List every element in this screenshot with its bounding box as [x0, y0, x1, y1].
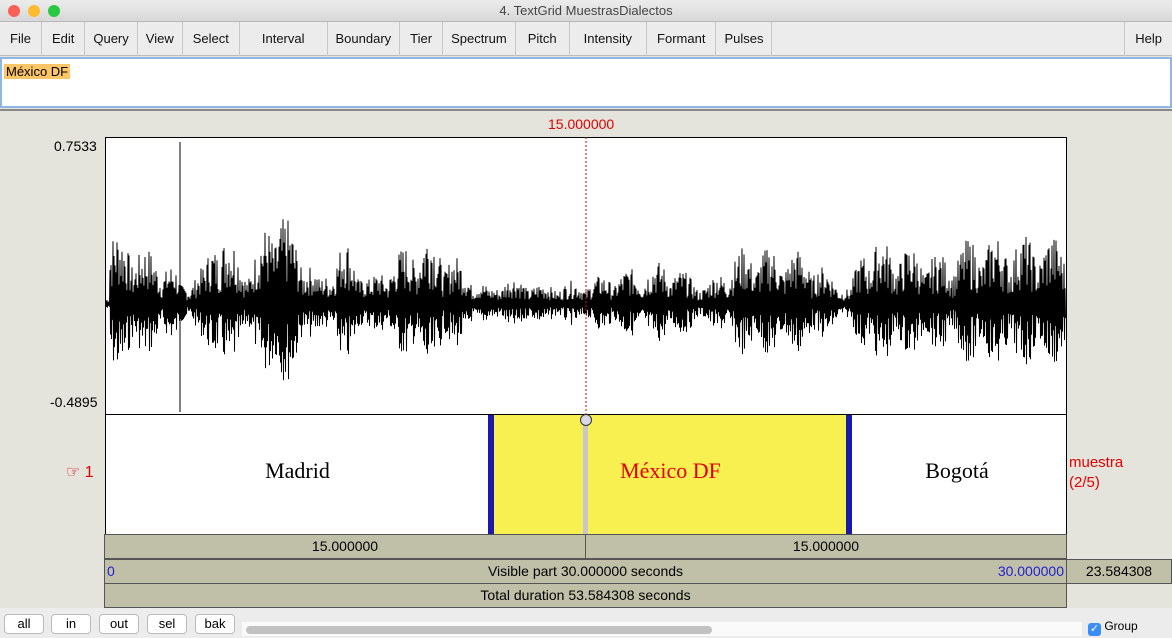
menu-intensity[interactable]: Intensity [570, 22, 648, 56]
visible-part-bar[interactable]: 0 Visible part 30.000000 seconds 30.0000… [104, 559, 1067, 584]
duration-right[interactable]: 15.000000 [585, 534, 1067, 559]
interval-bogota[interactable]: Bogotá [852, 458, 1062, 484]
menu-view[interactable]: View [138, 22, 183, 56]
out-button[interactable]: out [99, 614, 139, 634]
menu-select[interactable]: Select [183, 22, 240, 56]
menu-bar: File Edit Query View Select Interval Boundary T… [0, 22, 1172, 56]
scrollbar-thumb[interactable] [246, 626, 712, 634]
hand-pointer-icon: ☞ [66, 464, 81, 481]
interval-text-field[interactable]: México DF [0, 57, 1172, 108]
tier-name[interactable]: muestra (2/5) [1069, 453, 1123, 493]
remaining-duration[interactable]: 23.584308 [1066, 559, 1172, 584]
menu-interval[interactable]: Interval [240, 22, 328, 56]
duration-left[interactable]: 15.000000 [104, 534, 586, 559]
selected-text: México DF [4, 64, 71, 79]
cursor-time-label: 15.000000 [548, 116, 615, 132]
group-label: Group [1104, 619, 1138, 633]
window-title: 4. TextGrid MuestrasDialectos [499, 3, 673, 18]
tier-number[interactable]: ☞ 1 [66, 462, 94, 482]
sel-button[interactable]: sel [147, 614, 187, 634]
total-duration-bar[interactable]: Total duration 53.584308 seconds [104, 583, 1067, 608]
ymax-label: 0.7533 [54, 138, 97, 154]
interval-madrid[interactable]: Madrid [105, 458, 490, 484]
visible-end: 30.000000 [997, 563, 1064, 579]
group-checkbox[interactable]: ✓ Group [1088, 619, 1138, 636]
visible-start: 0 [107, 563, 115, 579]
horizontal-scrollbar[interactable] [242, 622, 1082, 636]
menu-formant[interactable]: Formant [647, 22, 717, 56]
menu-edit[interactable]: Edit [42, 22, 86, 56]
divider [0, 109, 1172, 111]
visible-label: Visible part 30.000000 seconds [487, 563, 684, 579]
tier-number-text: 1 [84, 464, 94, 481]
minimize-button[interactable] [28, 5, 40, 17]
menu-tier[interactable]: Tier [400, 22, 444, 56]
cursor-handle[interactable] [580, 414, 592, 426]
in-button[interactable]: in [51, 614, 91, 634]
menu-pulses[interactable]: Pulses [716, 22, 773, 56]
menu-help[interactable]: Help [1124, 22, 1172, 56]
menu-file[interactable]: File [0, 22, 42, 56]
menu-query[interactable]: Query [85, 22, 138, 56]
title-bar: 4. TextGrid MuestrasDialectos [0, 0, 1172, 22]
interval-mexico-df[interactable]: México DF [494, 458, 847, 484]
menu-boundary[interactable]: Boundary [328, 22, 401, 56]
zoom-button[interactable] [48, 5, 60, 17]
menu-spectrum[interactable]: Spectrum [443, 22, 516, 56]
close-button[interactable] [8, 5, 20, 17]
bak-button[interactable]: bak [195, 614, 235, 634]
ymin-label: -0.4895 [50, 394, 98, 410]
tier-name-text: muestra [1069, 454, 1124, 471]
all-button[interactable]: all [4, 614, 44, 634]
checkmark-icon: ✓ [1088, 623, 1101, 636]
menu-pitch[interactable]: Pitch [516, 22, 570, 56]
tier-position: (2/5) [1069, 474, 1100, 491]
